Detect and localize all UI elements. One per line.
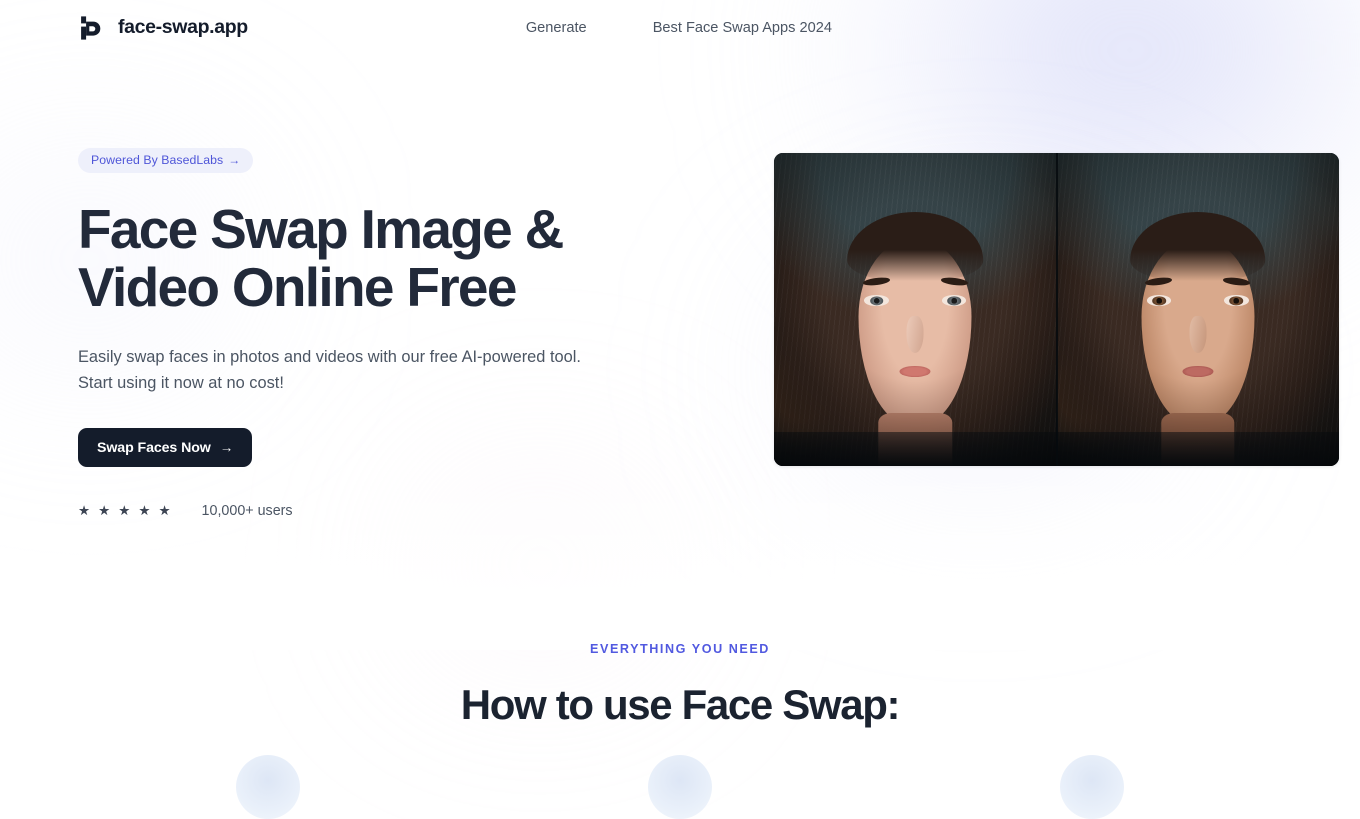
brand-home-link[interactable]: face-swap.app [78, 15, 248, 41]
powered-by-basedlabs-badge[interactable]: Powered By BasedLabs → [78, 148, 254, 173]
headline-line-1: Face Swap Image & [78, 198, 564, 260]
before-after-face-swap-image [774, 153, 1339, 466]
social-proof: ★ ★ ★ ★ ★ 10,000+ users [78, 503, 738, 519]
step-circle-2-icon [648, 755, 712, 819]
hero-section: Powered By BasedLabs → Face Swap Image &… [0, 55, 1360, 519]
star-icon: ★ [98, 503, 111, 519]
step-circle-1-icon [236, 755, 300, 819]
user-count-label: 10,000+ users [201, 503, 293, 519]
star-rating: ★ ★ ★ ★ ★ [78, 504, 171, 518]
hero-copy: Powered By BasedLabs → Face Swap Image &… [78, 148, 738, 519]
site-header: face-swap.app Generate Best Face Swap Ap… [0, 0, 1360, 55]
star-icon: ★ [138, 503, 151, 519]
star-icon: ★ [158, 503, 171, 519]
hero-subtitle: Easily swap faces in photos and videos w… [78, 344, 638, 396]
star-icon: ★ [118, 503, 131, 519]
brand-name: face-swap.app [118, 16, 248, 38]
primary-nav: Generate Best Face Swap Apps 2024 [526, 20, 832, 36]
section-eyebrow: EVERYTHING YOU NEED [590, 642, 770, 656]
swap-faces-now-button[interactable]: Swap Faces Now → [78, 428, 253, 467]
steps-row [0, 755, 1360, 819]
star-icon: ★ [78, 503, 91, 519]
headline-line-2: Video Online Free [78, 256, 517, 318]
before-face-image [774, 153, 1057, 466]
badge-label: Powered By BasedLabs [91, 153, 224, 167]
section-heading: How to use Face Swap: [460, 681, 901, 728]
features-section: EVERYTHING YOU NEED How to use Face Swap… [0, 642, 1360, 819]
basedlabs-b-logo-icon [81, 15, 101, 40]
nav-item-best-face-swap-apps[interactable]: Best Face Swap Apps 2024 [653, 20, 832, 36]
page-title: Face Swap Image & Video Online Free [78, 200, 598, 316]
arrow-right-icon: → [228, 153, 241, 167]
after-face-image [1056, 153, 1339, 466]
step-circle-3-icon [1060, 755, 1124, 819]
cta-label: Swap Faces Now [97, 439, 211, 456]
before-after-divider [1055, 153, 1058, 466]
hero-media [774, 148, 1339, 466]
arrow-right-icon: → [219, 440, 234, 455]
subtitle-line-1: Easily swap faces in photos and videos w… [78, 348, 581, 366]
nav-item-generate[interactable]: Generate [526, 20, 587, 36]
subtitle-line-2: Start using it now at no cost! [78, 374, 284, 392]
